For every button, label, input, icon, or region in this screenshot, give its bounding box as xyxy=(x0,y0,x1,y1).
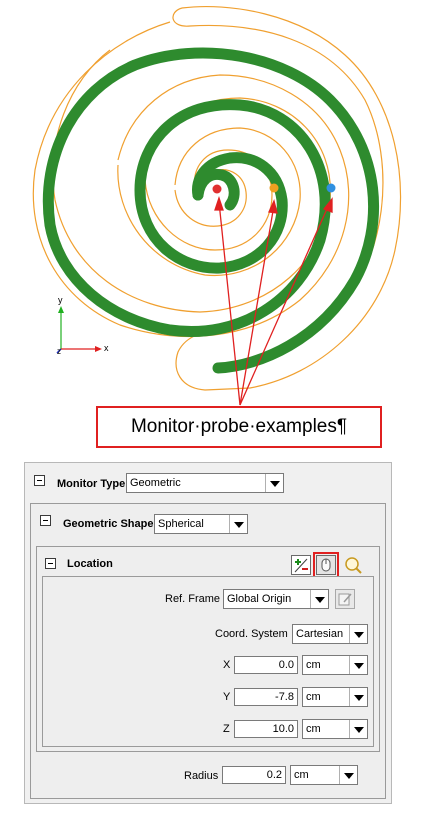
radius-unit-value: cm xyxy=(294,769,309,781)
zoom-icon[interactable] xyxy=(343,555,363,575)
probe-orange xyxy=(269,183,279,193)
chevron-down-icon[interactable] xyxy=(310,590,328,608)
spiral-figure: y x z xyxy=(32,5,402,406)
location-collapse-icon[interactable] xyxy=(45,558,56,569)
chevron-down-icon[interactable] xyxy=(349,720,367,738)
axis-z-label: z xyxy=(57,347,61,356)
chevron-down-icon[interactable] xyxy=(339,766,357,784)
location-label: Location xyxy=(67,558,113,570)
chevron-down-icon[interactable] xyxy=(229,515,247,533)
z-field[interactable]: 10.0 xyxy=(234,720,298,738)
location-fields: Ref. Frame Global Origin Coord. System C… xyxy=(42,576,374,747)
green-spiral xyxy=(42,47,380,374)
radius-unit-select[interactable]: cm xyxy=(290,765,358,785)
location-group: Location Ref. Frame Global Origin Coord.… xyxy=(36,546,380,752)
x-field[interactable]: 0.0 xyxy=(234,656,298,674)
y-unit-value: cm xyxy=(306,691,321,703)
radius-field[interactable]: 0.2 xyxy=(222,766,286,784)
x-label: X xyxy=(223,659,231,671)
chevron-down-icon[interactable] xyxy=(349,688,367,706)
radius-label: Radius xyxy=(184,770,219,782)
probe-blue xyxy=(326,183,336,193)
monitor-type-value: Geometric xyxy=(130,477,181,489)
y-field[interactable]: -7.8 xyxy=(234,688,298,706)
chevron-down-icon[interactable] xyxy=(349,625,367,643)
chevron-down-icon[interactable] xyxy=(265,474,283,492)
axis-y-label: y xyxy=(58,295,63,305)
callout-text: Monitor·probe·examples¶ xyxy=(130,416,348,437)
axis-x-label: x xyxy=(104,343,109,353)
monitor-type-label: Monitor Type xyxy=(57,478,126,490)
x-unit-value: cm xyxy=(306,659,321,671)
probe-red xyxy=(212,184,222,194)
monitor-panel: Monitor Type Geometric Geometric Shape S… xyxy=(24,462,392,804)
geometric-shape-collapse-icon[interactable] xyxy=(40,515,51,526)
monitor-type-select[interactable]: Geometric xyxy=(126,473,284,493)
z-label: Z xyxy=(223,723,230,735)
chevron-down-icon[interactable] xyxy=(349,656,367,674)
geometric-shape-group: Geometric Shape Spherical Location Ref. … xyxy=(30,503,386,799)
z-unit-select[interactable]: cm xyxy=(302,719,368,739)
ref-frame-label: Ref. Frame xyxy=(165,593,221,605)
geometric-shape-value: Spherical xyxy=(158,518,204,530)
ref-frame-select[interactable]: Global Origin xyxy=(223,589,329,609)
add-remove-icon[interactable] xyxy=(291,555,311,575)
z-unit-value: cm xyxy=(306,723,321,735)
coord-system-select[interactable]: Cartesian xyxy=(292,624,368,644)
edit-frame-icon[interactable] xyxy=(335,589,355,609)
y-label: Y xyxy=(223,691,231,703)
coord-system-value: Cartesian xyxy=(296,628,344,640)
geometric-shape-select[interactable]: Spherical xyxy=(154,514,248,534)
x-unit-select[interactable]: cm xyxy=(302,655,368,675)
ref-frame-value: Global Origin xyxy=(227,593,292,605)
monitor-type-collapse-icon[interactable] xyxy=(34,475,45,486)
geometric-shape-label: Geometric Shape xyxy=(63,518,154,530)
coord-system-label: Coord. System xyxy=(215,628,288,640)
callout-box: Monitor·probe·examples¶ xyxy=(96,406,382,448)
mouse-pick-icon[interactable] xyxy=(316,555,336,575)
y-unit-select[interactable]: cm xyxy=(302,687,368,707)
